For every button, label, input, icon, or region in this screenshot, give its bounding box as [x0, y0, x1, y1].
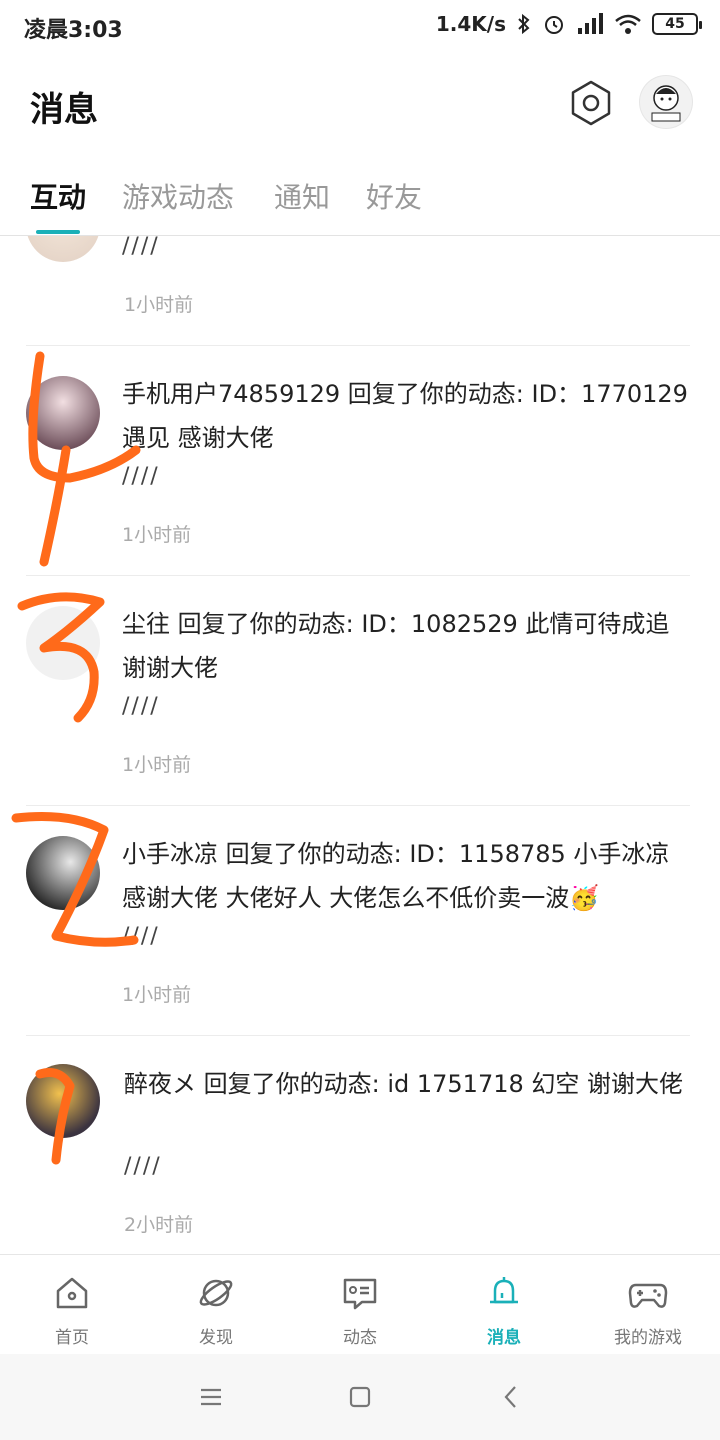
- bottom-nav: 首页 发现 动态 消息 我的游戏: [0, 1254, 720, 1354]
- network-speed: 1.4K/s: [435, 12, 506, 36]
- list-item[interactable]: 手机用户74859129 回复了你的动态: ID：1770129 遇见 感谢大佬…: [0, 346, 720, 575]
- list-item[interactable]: 小手冰凉 回复了你的动态: ID：1158785 小手冰凉 感谢大佬 大佬好人 …: [0, 806, 720, 1035]
- bell-icon: [490, 1277, 518, 1304]
- user-avatar[interactable]: [640, 76, 692, 128]
- settings-icon[interactable]: [566, 78, 616, 128]
- battery-icon: 45: [652, 13, 702, 35]
- avatar: [26, 236, 100, 262]
- signal-icon: [578, 13, 603, 34]
- nav-discover[interactable]: 发现: [144, 1255, 288, 1355]
- avatar: [26, 606, 100, 680]
- back-icon[interactable]: [496, 1382, 526, 1412]
- tab-bar: 互动 游戏动态 通知 好友: [0, 160, 720, 236]
- nav-my-games[interactable]: 我的游戏: [576, 1255, 720, 1355]
- status-icons: 1.4K/s 45: [435, 12, 702, 36]
- message-mark: ////: [122, 236, 160, 259]
- avatar: [26, 836, 100, 910]
- page-title: 消息: [30, 90, 98, 130]
- tab-game-updates[interactable]: 游戏动态: [122, 176, 234, 216]
- nav-label: 首页: [55, 1328, 89, 1348]
- list-item[interactable]: 醉夜メ 回复了你的动态: id 1751718 幻空 谢谢大佬 //// 2小时…: [0, 1036, 720, 1254]
- nav-label: 消息: [487, 1328, 521, 1348]
- message-mark: ////: [122, 694, 160, 719]
- nav-label: 动态: [343, 1328, 377, 1348]
- nav-label: 发现: [199, 1328, 233, 1348]
- message-time: 1小时前: [124, 294, 194, 316]
- status-bar: 凌晨3:03 1.4K/s 45: [0, 0, 720, 52]
- list-item[interactable]: 尘往 回复了你的动态: ID：1082529 此情可待成追 谢谢大佬 //// …: [0, 576, 720, 805]
- message-time: 1小时前: [122, 524, 192, 546]
- list-item[interactable]: //// 1小时前: [0, 236, 720, 346]
- home-button-icon[interactable]: [345, 1382, 375, 1412]
- header: 消息: [0, 60, 720, 150]
- menu-icon[interactable]: [196, 1382, 226, 1412]
- home-icon: [56, 1277, 88, 1309]
- message-time: 2小时前: [124, 1214, 194, 1236]
- message-text: 醉夜メ 回复了你的动态: id 1751718 幻空 谢谢大佬: [124, 1070, 684, 1098]
- battery-level: 45: [665, 16, 685, 32]
- planet-icon: [199, 1279, 233, 1307]
- alarm-icon: [545, 16, 563, 34]
- message-mark: ////: [122, 464, 160, 489]
- wifi-icon: [615, 14, 641, 34]
- avatar: [26, 1064, 100, 1138]
- nav-label: 我的游戏: [614, 1328, 682, 1348]
- feed-icon: [343, 1278, 377, 1310]
- nav-home[interactable]: 首页: [0, 1255, 144, 1355]
- status-time: 凌晨3:03: [24, 18, 123, 43]
- tab-notifications[interactable]: 通知: [274, 176, 330, 216]
- avatar-image: [651, 85, 681, 122]
- message-text: 尘往 回复了你的动态: ID：1082529 此情可待成追 谢谢大佬: [122, 610, 670, 682]
- tab-interaction[interactable]: 互动: [30, 176, 86, 216]
- gamepad-icon: [628, 1283, 668, 1308]
- message-time: 1小时前: [122, 984, 192, 1006]
- nav-feed[interactable]: 动态: [288, 1255, 432, 1355]
- avatar: [26, 376, 100, 450]
- message-mark: ////: [124, 1154, 162, 1179]
- nav-messages[interactable]: 消息: [432, 1255, 576, 1355]
- message-text: 小手冰凉 回复了你的动态: ID：1158785 小手冰凉 感谢大佬 大佬好人 …: [122, 840, 670, 912]
- bluetooth-icon: [518, 13, 530, 35]
- message-list[interactable]: //// 1小时前 手机用户74859129 回复了你的动态: ID：17701…: [0, 236, 720, 1254]
- system-nav-bar: [0, 1354, 720, 1440]
- message-text: 手机用户74859129 回复了你的动态: ID：1770129 遇见 感谢大佬: [122, 380, 688, 452]
- tab-indicator: [36, 230, 80, 234]
- message-mark: ////: [122, 924, 160, 949]
- tab-friends[interactable]: 好友: [366, 176, 422, 216]
- message-time: 1小时前: [122, 754, 192, 776]
